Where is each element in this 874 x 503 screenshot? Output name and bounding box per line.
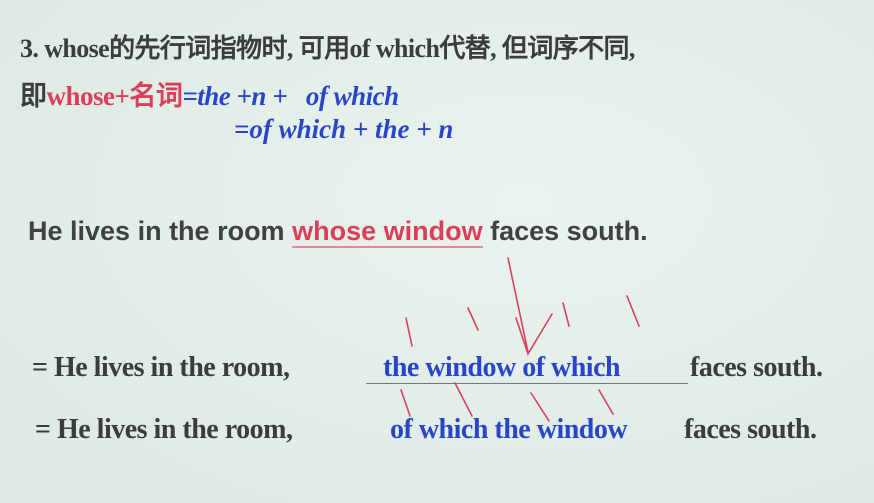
tick-mark	[467, 307, 479, 331]
tick-mark	[598, 389, 614, 415]
tick-mark	[626, 295, 640, 327]
arrow-line	[507, 257, 529, 353]
tick-mark	[405, 317, 413, 347]
tick-mark	[562, 302, 570, 327]
tick-mark	[400, 389, 411, 417]
handwritten-annotations	[400, 257, 640, 422]
tick-mark	[454, 382, 473, 417]
tick-mark	[530, 392, 550, 422]
